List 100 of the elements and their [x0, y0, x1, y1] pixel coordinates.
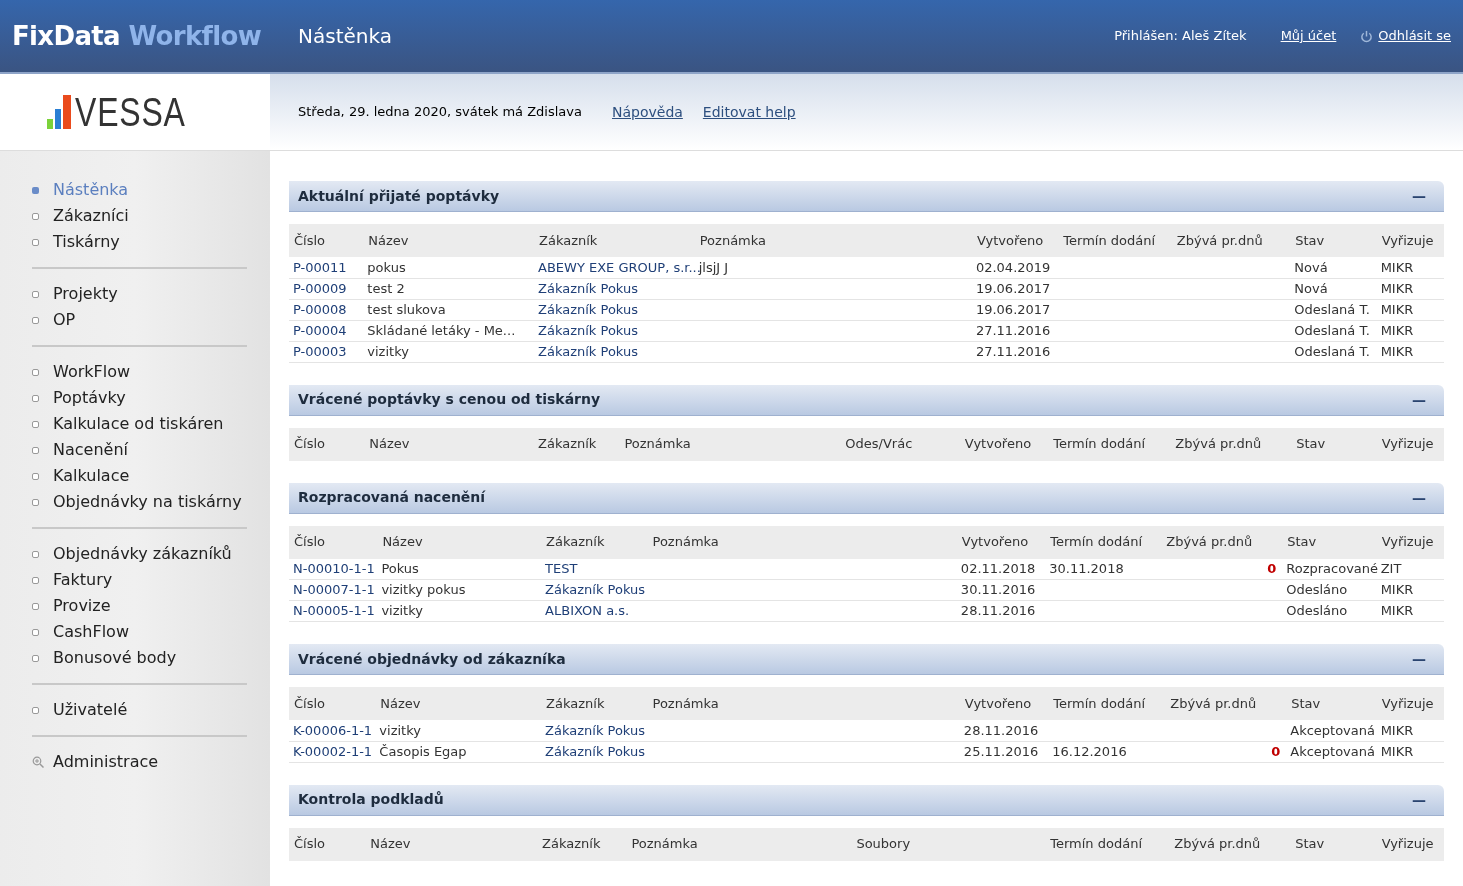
column-header: Zbývá pr.dnů [1170, 427, 1292, 461]
table-cell: Rozpracované [1286, 561, 1379, 576]
table-cell: MIKR [1380, 259, 1414, 275]
help-link[interactable]: Nápověda [612, 101, 683, 123]
column-header: Termín dodání [1045, 525, 1165, 559]
column-header: Zákazník [537, 827, 627, 861]
table-link[interactable]: P-00009 [293, 280, 347, 296]
column-header: Vyřizuje [1376, 827, 1444, 861]
sidebar-item[interactable]: Poptávky [53, 386, 126, 410]
column-header: Číslo [289, 427, 365, 461]
column-header: Termín dodání [1058, 224, 1177, 257]
table-cell: MIKR [1380, 301, 1414, 317]
column-header: Název [363, 224, 535, 257]
table-link[interactable]: Zákazník Pokus [538, 343, 638, 359]
sidebar-item[interactable]: Tiskárny [53, 230, 120, 254]
column-header: Poznámka [619, 427, 841, 461]
table-cell: 28.11.2016 [960, 603, 1036, 619]
table-cell: Akceptovaná [1290, 722, 1375, 738]
brand-name: FixData [12, 20, 120, 51]
table-link[interactable]: K-00006-1-1 [293, 722, 373, 738]
date-text: Středa, 29. ledna 2020, svátek má Zdislava [298, 103, 582, 122]
column-header: Název [364, 427, 534, 461]
collapse-button[interactable]: — [1412, 392, 1426, 407]
sidebar-item[interactable]: CashFlow [53, 620, 129, 644]
table-cell: 02.11.2018 [960, 561, 1036, 576]
column-header: Vytvořeno [959, 687, 1049, 720]
sidebar-item[interactable]: Projekty [53, 282, 118, 306]
sidebar-item[interactable]: WorkFlow [53, 360, 131, 384]
column-header: Vytvořeno [971, 224, 1059, 257]
column-header: Vyřizuje [1376, 427, 1444, 461]
column-header: Stav [1291, 427, 1377, 461]
collapse-button[interactable]: — [1412, 792, 1426, 807]
section-title: Aktuální přijaté poptávky [298, 186, 500, 206]
column-header: Termín dodání [1048, 427, 1171, 461]
sidebar-item[interactable]: Provize [53, 594, 111, 618]
table-link[interactable]: N-00005-1-1 [293, 603, 375, 619]
table-cell: MIKR [1380, 722, 1414, 738]
collapse-button[interactable]: — [1412, 189, 1426, 203]
column-header: Název [377, 525, 542, 559]
column-header: Zbývá pr.dnů [1164, 525, 1283, 559]
table-link[interactable]: Zákazník Pokus [545, 722, 645, 738]
sidebar-item[interactable]: OP [53, 308, 76, 332]
table-cell: vizitky [379, 722, 421, 738]
sidebar-item[interactable]: Bonusové body [53, 646, 177, 670]
sidebar-item[interactable]: Administrace [53, 750, 159, 774]
column-header: Poznámka [626, 827, 852, 861]
table-link[interactable]: Zákazník Pokus [545, 743, 645, 759]
table-link[interactable]: Zákazník Pokus [538, 322, 638, 338]
table-link[interactable]: P-00004 [293, 322, 347, 338]
column-header: Zákazník [534, 224, 695, 257]
table-cell: Odeslaná T. [1294, 343, 1370, 359]
table-cell: MIKR [1380, 743, 1414, 759]
help-link[interactable]: Editovat help [702, 101, 796, 123]
account-link[interactable]: Můj účet [1280, 26, 1337, 46]
table-cell: 0 [1267, 561, 1277, 576]
table-cell: Časopis Egap [379, 743, 467, 759]
column-header: Poznámka [647, 525, 957, 559]
column-header: Číslo [289, 687, 376, 720]
column-header: Soubory [851, 827, 1046, 861]
table-cell: test slukova [367, 301, 446, 317]
table-cell: 19.06.2017 [975, 280, 1051, 296]
table-link[interactable]: TEST [545, 561, 578, 576]
logged-in-user: Přihlášen: Aleš Zítek [1114, 27, 1247, 46]
table-link[interactable]: P-00003 [293, 343, 347, 359]
collapse-button[interactable]: — [1412, 652, 1426, 666]
table-cell: pokus [367, 259, 406, 275]
column-header: Termín dodání [1045, 827, 1168, 861]
sidebar-item[interactable]: Kalkulace od tiskáren [53, 412, 224, 436]
collapse-button[interactable]: — [1412, 490, 1426, 505]
table-cell: MIKR [1380, 603, 1414, 619]
table-cell: Odeslaná T. [1294, 322, 1370, 338]
table-link[interactable]: P-00011 [293, 259, 347, 275]
table-cell: 28.11.2016 [963, 722, 1039, 738]
table-link[interactable]: K-00002-1-1 [293, 743, 373, 759]
sidebar-item[interactable]: Nástěnka [53, 178, 129, 202]
table-link[interactable]: P-00008 [293, 301, 347, 317]
table-link[interactable]: N-00010-1-1 [293, 561, 375, 576]
table-cell: 25.11.2016 [963, 743, 1039, 759]
table-link[interactable]: ALBIXON a.s. [545, 603, 630, 619]
table-link[interactable]: N-00007-1-1 [293, 582, 375, 598]
table-cell: vizitky pokus [381, 582, 466, 598]
logout-link[interactable]: Odhlásit se [1378, 26, 1451, 46]
sidebar-item[interactable]: Kalkulace [53, 464, 130, 488]
column-header: Zbývá pr.dnů [1167, 687, 1287, 720]
sidebar-item[interactable]: Faktury [53, 568, 113, 592]
column-header: Číslo [289, 525, 378, 559]
page-title: Nástěnka [297, 23, 392, 50]
sidebar-item[interactable]: Zákazníci [53, 204, 129, 228]
table-cell: Skládané letáky - Me... [367, 322, 516, 338]
table-cell: 27.11.2016 [975, 322, 1051, 338]
sidebar-item[interactable]: Uživatelé [53, 698, 128, 722]
table-link[interactable]: Zákazník Pokus [538, 301, 638, 317]
zoom-icon [32, 756, 44, 768]
table-cell: 27.11.2016 [975, 343, 1051, 359]
sidebar-item[interactable]: Objednávky zákazníků [53, 542, 232, 566]
table-link[interactable]: Zákazník Pokus [538, 280, 638, 296]
table-link[interactable]: Zákazník Pokus [545, 582, 646, 598]
sidebar-item[interactable]: Nacenění [53, 438, 128, 462]
table-cell: MIKR [1380, 322, 1414, 338]
sidebar-item[interactable]: Objednávky na tiskárny [53, 490, 242, 514]
